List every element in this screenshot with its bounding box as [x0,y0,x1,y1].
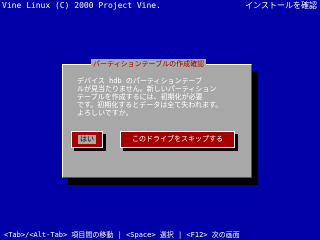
skip-drive-button[interactable]: このドライブをスキップする [120,131,235,148]
keyboard-help-bar: <Tab>/<Alt-Tab> 項目間の移動 | <Space> 選択 | <F… [4,231,240,239]
dialog-title: パーティションテーブルの作成確認 [91,59,207,69]
yes-button[interactable]: はい [71,131,103,148]
skip-drive-button-label: このドライブをスキップする [132,135,223,143]
installer-title: Vine Linux (C) 2000 Project Vine. [2,1,161,10]
screen-title: インストールを確認 [245,1,317,10]
dialog-message: デバイス hdb のパーティションテーブ ルが見当たりません。新しいパーティショ… [77,77,223,117]
confirm-dialog: パーティションテーブルの作成確認 デバイス hdb のパーティションテーブ ルが… [62,59,252,178]
yes-button-label: はい [78,135,96,144]
